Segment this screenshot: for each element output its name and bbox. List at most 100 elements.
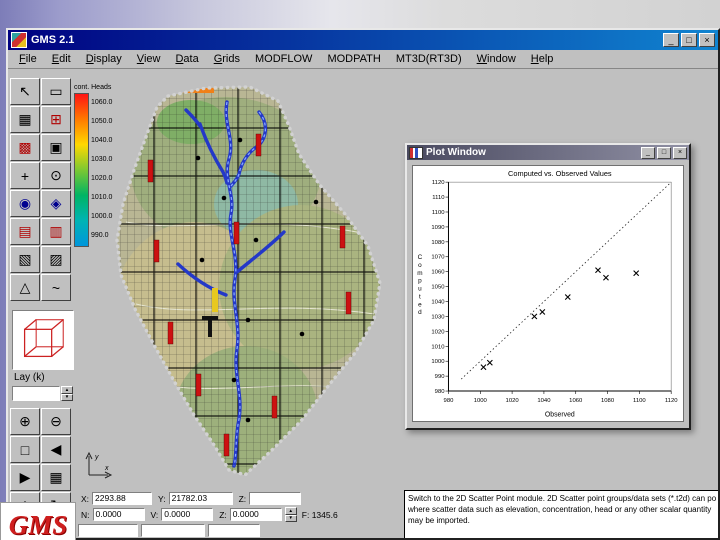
close-button[interactable]: × bbox=[699, 33, 715, 47]
y-tick-label: 990 bbox=[435, 374, 446, 380]
region-select-tool[interactable]: ▣ bbox=[41, 134, 71, 161]
status-field[interactable] bbox=[78, 524, 138, 537]
plot-close-button[interactable]: × bbox=[673, 146, 687, 159]
zoom-in-tool[interactable]: ⊕ bbox=[10, 408, 40, 435]
layer-spinner: ▲ ▼ bbox=[61, 386, 73, 401]
zoom-out-tool[interactable]: ⊖ bbox=[41, 408, 71, 435]
menu-file[interactable]: File bbox=[12, 52, 44, 66]
status-field[interactable]: 2293.88 bbox=[92, 492, 153, 505]
next-view-tool[interactable]: ▶ bbox=[10, 464, 40, 491]
element-select-tool[interactable]: ◈ bbox=[41, 190, 71, 217]
y-axis-label-char: o bbox=[418, 262, 422, 269]
plot-minimize-button[interactable]: _ bbox=[641, 146, 655, 159]
create-grid-tool-icon: ⊞ bbox=[50, 111, 62, 127]
status-field[interactable] bbox=[208, 524, 260, 537]
status-field[interactable] bbox=[141, 524, 205, 537]
layer-input[interactable] bbox=[12, 386, 60, 401]
app-icon bbox=[11, 32, 27, 48]
mesh-tool[interactable]: ▩ bbox=[10, 134, 40, 161]
status-field[interactable]: 0.0000 bbox=[229, 508, 282, 521]
status-bar: X: 2293.88 Y: 21782.03 Z: N: 0.0000 V: 0.0000 Z:… bbox=[78, 491, 404, 538]
select-box-tool[interactable]: ▭ bbox=[41, 78, 71, 105]
grid-frame-tool[interactable]: ▦ bbox=[10, 106, 40, 133]
status-label: Z: bbox=[238, 493, 247, 504]
status-field[interactable] bbox=[249, 492, 302, 505]
select-box-tool-icon: ▭ bbox=[49, 83, 63, 99]
x-tick-label: 1060 bbox=[569, 398, 583, 404]
plot-maximize-button[interactable]: □ bbox=[657, 146, 671, 159]
y-tick-label: 1020 bbox=[431, 329, 445, 335]
x-tick-label: 1100 bbox=[633, 398, 646, 404]
select-tool-icon: ↖ bbox=[19, 83, 31, 99]
menu-help[interactable]: Help bbox=[524, 52, 561, 66]
x-tick-label: 1040 bbox=[537, 398, 551, 404]
y-axis-label-char: u bbox=[418, 286, 422, 293]
tool-palette-top: ↖ ▭ ▦ ⊞ ▩ ▣ + ⊙ ◉ ◈ ▤ ▥ ▧ ▨ △ ~ bbox=[10, 78, 74, 301]
status-field[interactable]: 0.0000 bbox=[161, 508, 214, 521]
menu-window[interactable]: Window bbox=[470, 52, 523, 66]
status-row-coordinates: X: 2293.88 Y: 21782.03 Z: bbox=[78, 491, 404, 506]
layer-field-row: ▲ ▼ bbox=[12, 386, 73, 401]
menu-modpath[interactable]: MODPATH bbox=[320, 52, 387, 66]
y-axis-label-char: C bbox=[418, 254, 423, 261]
gms-window: GMS 2.1 _ □ × File Edit Display View Data Gri… bbox=[6, 28, 720, 540]
node-select-tool[interactable]: ◉ bbox=[10, 190, 40, 217]
plot-window-controls: _ □ × bbox=[641, 146, 687, 159]
status-label: Y: bbox=[158, 493, 166, 504]
y-axis-label-char: m bbox=[417, 270, 422, 277]
menu-data[interactable]: Data bbox=[168, 52, 205, 66]
help-text-panel: Switch to the 2D Scatter Point module. 2… bbox=[404, 490, 718, 538]
wireframe-cube-icon bbox=[23, 319, 64, 358]
frame-view-tool-icon: □ bbox=[20, 441, 30, 458]
y-tick-label: 1010 bbox=[431, 344, 445, 350]
menu-modflow[interactable]: MODFLOW bbox=[248, 52, 319, 66]
model-map[interactable] bbox=[106, 82, 406, 482]
grid-frame-tool-icon: ▦ bbox=[18, 111, 32, 127]
view-orientation-cube[interactable] bbox=[12, 310, 74, 370]
plot-canvas: Computed vs. Observed Values 980 990 1000 10… bbox=[412, 165, 684, 422]
cell-hatch-tool[interactable]: ▨ bbox=[41, 246, 71, 273]
polygon-tool[interactable]: △ bbox=[10, 274, 40, 301]
y-tick-label: 1110 bbox=[432, 195, 445, 201]
status-readout: F: 1345.6 bbox=[301, 509, 338, 520]
status-field[interactable]: 0.0000 bbox=[92, 508, 145, 521]
plot-window-title-bar[interactable]: Plot Window _ □ × bbox=[407, 145, 689, 160]
title-bar[interactable]: GMS 2.1 _ □ × bbox=[8, 30, 718, 50]
previous-view-tool[interactable]: ◀ bbox=[41, 436, 71, 463]
help-text-line: Switch to the 2D Scatter Point module. 2… bbox=[408, 494, 717, 503]
y-tick-label: 1050 bbox=[431, 285, 445, 291]
arc-tool[interactable]: ~ bbox=[41, 274, 71, 301]
menu-grids[interactable]: Grids bbox=[207, 52, 247, 66]
create-grid-tool[interactable]: ⊞ bbox=[41, 106, 71, 133]
status-spinner-down[interactable]: ▼ bbox=[284, 514, 297, 522]
cell-fill-tool[interactable]: ▧ bbox=[10, 246, 40, 273]
plot-window-title: Plot Window bbox=[426, 147, 486, 158]
x-tick-label: 1080 bbox=[601, 398, 615, 404]
arc-tool-icon: ~ bbox=[51, 279, 61, 296]
maximize-button[interactable]: □ bbox=[681, 33, 697, 47]
x-tick-label: 1120 bbox=[665, 398, 678, 404]
status-label: Z: bbox=[219, 509, 227, 520]
select-tool[interactable]: ↖ bbox=[10, 78, 40, 105]
frame-view-tool[interactable]: □ bbox=[10, 436, 40, 463]
minimize-button[interactable]: _ bbox=[663, 33, 679, 47]
row-select-tool[interactable]: ▤ bbox=[10, 218, 40, 245]
column-select-tool[interactable]: ▥ bbox=[41, 218, 71, 245]
status-spinner-up[interactable]: ▲ bbox=[284, 507, 297, 515]
zoom-tool[interactable]: ⊙ bbox=[41, 162, 71, 189]
menu-view[interactable]: View bbox=[130, 52, 168, 66]
status-field[interactable]: 21782.03 bbox=[168, 492, 233, 505]
plot-window[interactable]: Plot Window _ □ × Computed vs. Observed … bbox=[405, 143, 691, 430]
color-ramp bbox=[74, 93, 89, 247]
layer-spinner-down[interactable]: ▼ bbox=[61, 393, 73, 401]
help-text-line: where scatter data such as elevation, co… bbox=[408, 505, 712, 515]
menu-mt3d-rt3d-[interactable]: MT3D(RT3D) bbox=[389, 52, 469, 66]
scatter-chart: Computed vs. Observed Values 980 990 1000 10… bbox=[417, 169, 678, 418]
pan-tool[interactable]: + bbox=[10, 162, 40, 189]
layer-spinner-up[interactable]: ▲ bbox=[61, 386, 73, 394]
plan-view-tool[interactable]: ▦ bbox=[41, 464, 71, 491]
menu-edit[interactable]: Edit bbox=[45, 52, 78, 66]
chart-title: Computed vs. Observed Values bbox=[508, 169, 612, 178]
menu-display[interactable]: Display bbox=[79, 52, 129, 66]
status-label: N: bbox=[81, 509, 90, 520]
